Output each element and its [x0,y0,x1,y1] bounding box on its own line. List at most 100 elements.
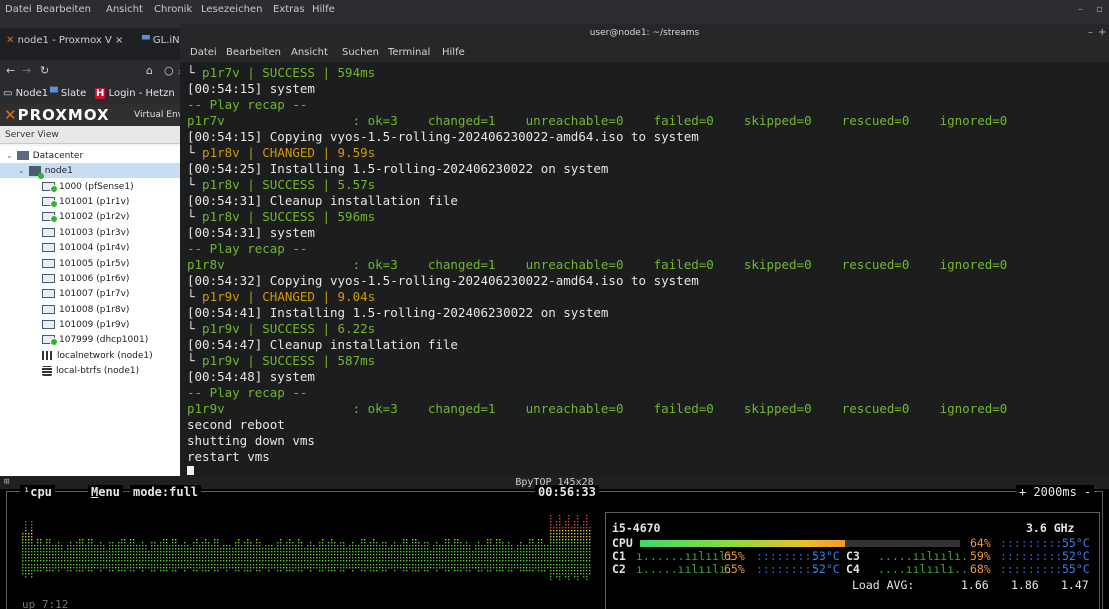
cpu-graph-dot [34,564,36,566]
terminal-menu-datei[interactable]: Datei [190,47,217,58]
tree-vm-101001[interactable]: 101001 (p1r1v) [42,194,129,209]
cpu-graph-dot [331,545,333,547]
terminal-text: [00:54:15] Copying vyos-1.5-rolling-2024… [187,129,699,144]
tree-vm-101009[interactable]: 101009 (p1r9v) [42,317,129,332]
cpu-graph-dot [400,564,402,566]
forward-icon[interactable]: → [22,64,31,77]
cpu-graph-dot [313,545,315,547]
tree-network[interactable]: localnetwork (node1) [42,348,153,363]
cpu-graph-dot [544,567,546,569]
bookmark-slate[interactable]: ▀ Slate [50,88,86,99]
tree-vm-101004[interactable]: 101004 (p1r4v) [42,240,129,255]
cpu-graph-dot [328,548,330,550]
terminal-menu-suchen[interactable]: Suchen [342,47,379,58]
cpu-graph-dot [484,551,486,553]
cpu-graph-dot [337,564,339,566]
tree-vm-107999[interactable]: 107999 (dhcp1001) [42,332,148,347]
cpu-graph-dot [271,545,273,547]
cpu-graph-dot [553,554,555,556]
terminal-maximize-icon[interactable]: + [1098,27,1106,38]
bookmark-node1[interactable]: ▭ Node1 [3,88,48,99]
cpu-graph-dot [529,567,531,569]
shield-icon[interactable]: ○ [164,64,174,77]
cpu-graph-dot [196,567,198,569]
cpu-graph-dot [205,557,207,559]
cpu-graph-dot [268,554,270,556]
cpu-graph-dot [241,551,243,553]
menu-tab[interactable]: Menu [88,485,123,499]
cpu-graph-dot [583,527,585,529]
minimize-icon[interactable]: – [1078,4,1083,15]
cpu-tab[interactable]: ¹cpu [20,485,55,499]
cpu-graph-dot [223,545,225,547]
cpu-graph-dot [562,567,564,569]
cpu-graph-dot [574,548,576,550]
menu-lesezeichen[interactable]: Lesezeichen [201,4,262,15]
cpu-graph-dot [109,551,111,553]
bookmark-hetzner[interactable]: H Login - Hetzn [95,88,175,99]
terminal-menu-bearbeiten[interactable]: Bearbeiten [226,47,281,58]
server-view-select[interactable]: Server View [0,126,190,144]
cpu-graph-dot [295,560,297,562]
cpu-graph-dot [577,536,579,538]
home-icon[interactable]: ⌂ [146,64,153,77]
menu-extras[interactable]: Extras [273,4,305,15]
tab-proxmox[interactable]: ✕ node1 - Proxmox V × [6,35,134,53]
cpu-graph-dot [403,551,405,553]
cpu-graph-dot [568,518,570,520]
cpu-graph-dot [568,567,570,569]
reload-icon[interactable]: ↻ [40,64,49,77]
cpu-graph-dot [184,551,186,553]
tree-datacenter[interactable]: ⌄ Datacenter [6,148,186,163]
network-icon [42,351,53,360]
cpu-graph-dot [406,554,408,556]
cpu-graph-dot [469,548,471,550]
core4-temp: 55°C [1062,562,1090,576]
cpu-graph-dot [340,542,342,544]
cpu-graph-dot [559,573,561,575]
restore-icon[interactable]: ▫ [1096,4,1103,15]
cpu-graph-dot [73,551,75,553]
tree-storage[interactable]: local-btrfs (node1) [42,363,139,378]
cpu-graph-dot [22,539,24,541]
terminal-menu-hilfe[interactable]: Hilfe [442,47,465,58]
vm-stopped-icon [42,320,55,329]
tree-vm-101007[interactable]: 101007 (p1r7v) [42,286,129,301]
cpu-graph-dot [301,554,303,556]
cpu-graph-dot [481,557,483,559]
update-interval[interactable]: + 2000ms - [1016,485,1095,499]
cpu-graph-dot [127,548,129,550]
terminal-text: p1r9v | SUCCESS | 587ms [194,353,376,368]
cpu-graph-dot [361,570,363,572]
cpu-graph-dot [445,551,447,553]
cpu-graph-dot [46,557,48,559]
tree-vm-101002[interactable]: 101002 (p1r2v) [42,209,129,224]
cpu-graph-dot [412,564,414,566]
cpu-graph-dot [175,570,177,572]
vm-running-icon [42,335,58,346]
tree-vm-1000[interactable]: 1000 (pfSense1) [42,179,134,194]
cpu-graph-dot [409,560,411,562]
cpu-graph-dot [160,564,162,566]
terminal-minimize-icon[interactable]: – [1088,27,1093,38]
terminal-menu-ansicht[interactable]: Ansicht [291,47,328,58]
menu-hilfe[interactable]: Hilfe [312,4,335,15]
cpu-graph-dot [142,570,144,572]
menu-bearbeiten[interactable]: Bearbeiten [36,4,91,15]
terminal-line: └ p1r9v | SUCCESS | 6.22s [187,321,1107,337]
tree-vm-101008[interactable]: 101008 (p1r8v) [42,302,129,317]
cpu-graph-dot [193,548,195,550]
tree-vm-101006[interactable]: 101006 (p1r6v) [42,271,129,286]
menu-datei[interactable]: Datei [5,4,32,15]
tree-vm-101005[interactable]: 101005 (p1r5v) [42,256,129,271]
cpu-graph-dot [541,542,543,544]
tree-node1[interactable]: ⌄ node1 [0,163,190,179]
terminal-menu-terminal[interactable]: Terminal [388,47,430,58]
menu-ansicht[interactable]: Ansicht [106,4,143,15]
terminal-output[interactable]: └ p1r7v | SUCCESS | 594ms [00:54:15] syst… [187,65,1107,475]
mode-tab[interactable]: mode:full [130,485,202,499]
back-icon[interactable]: ← [6,64,15,77]
cpu-graph-dot [298,542,300,544]
menu-chronik[interactable]: Chronik [154,4,192,15]
tree-vm-101003[interactable]: 101003 (p1r3v) [42,225,129,240]
